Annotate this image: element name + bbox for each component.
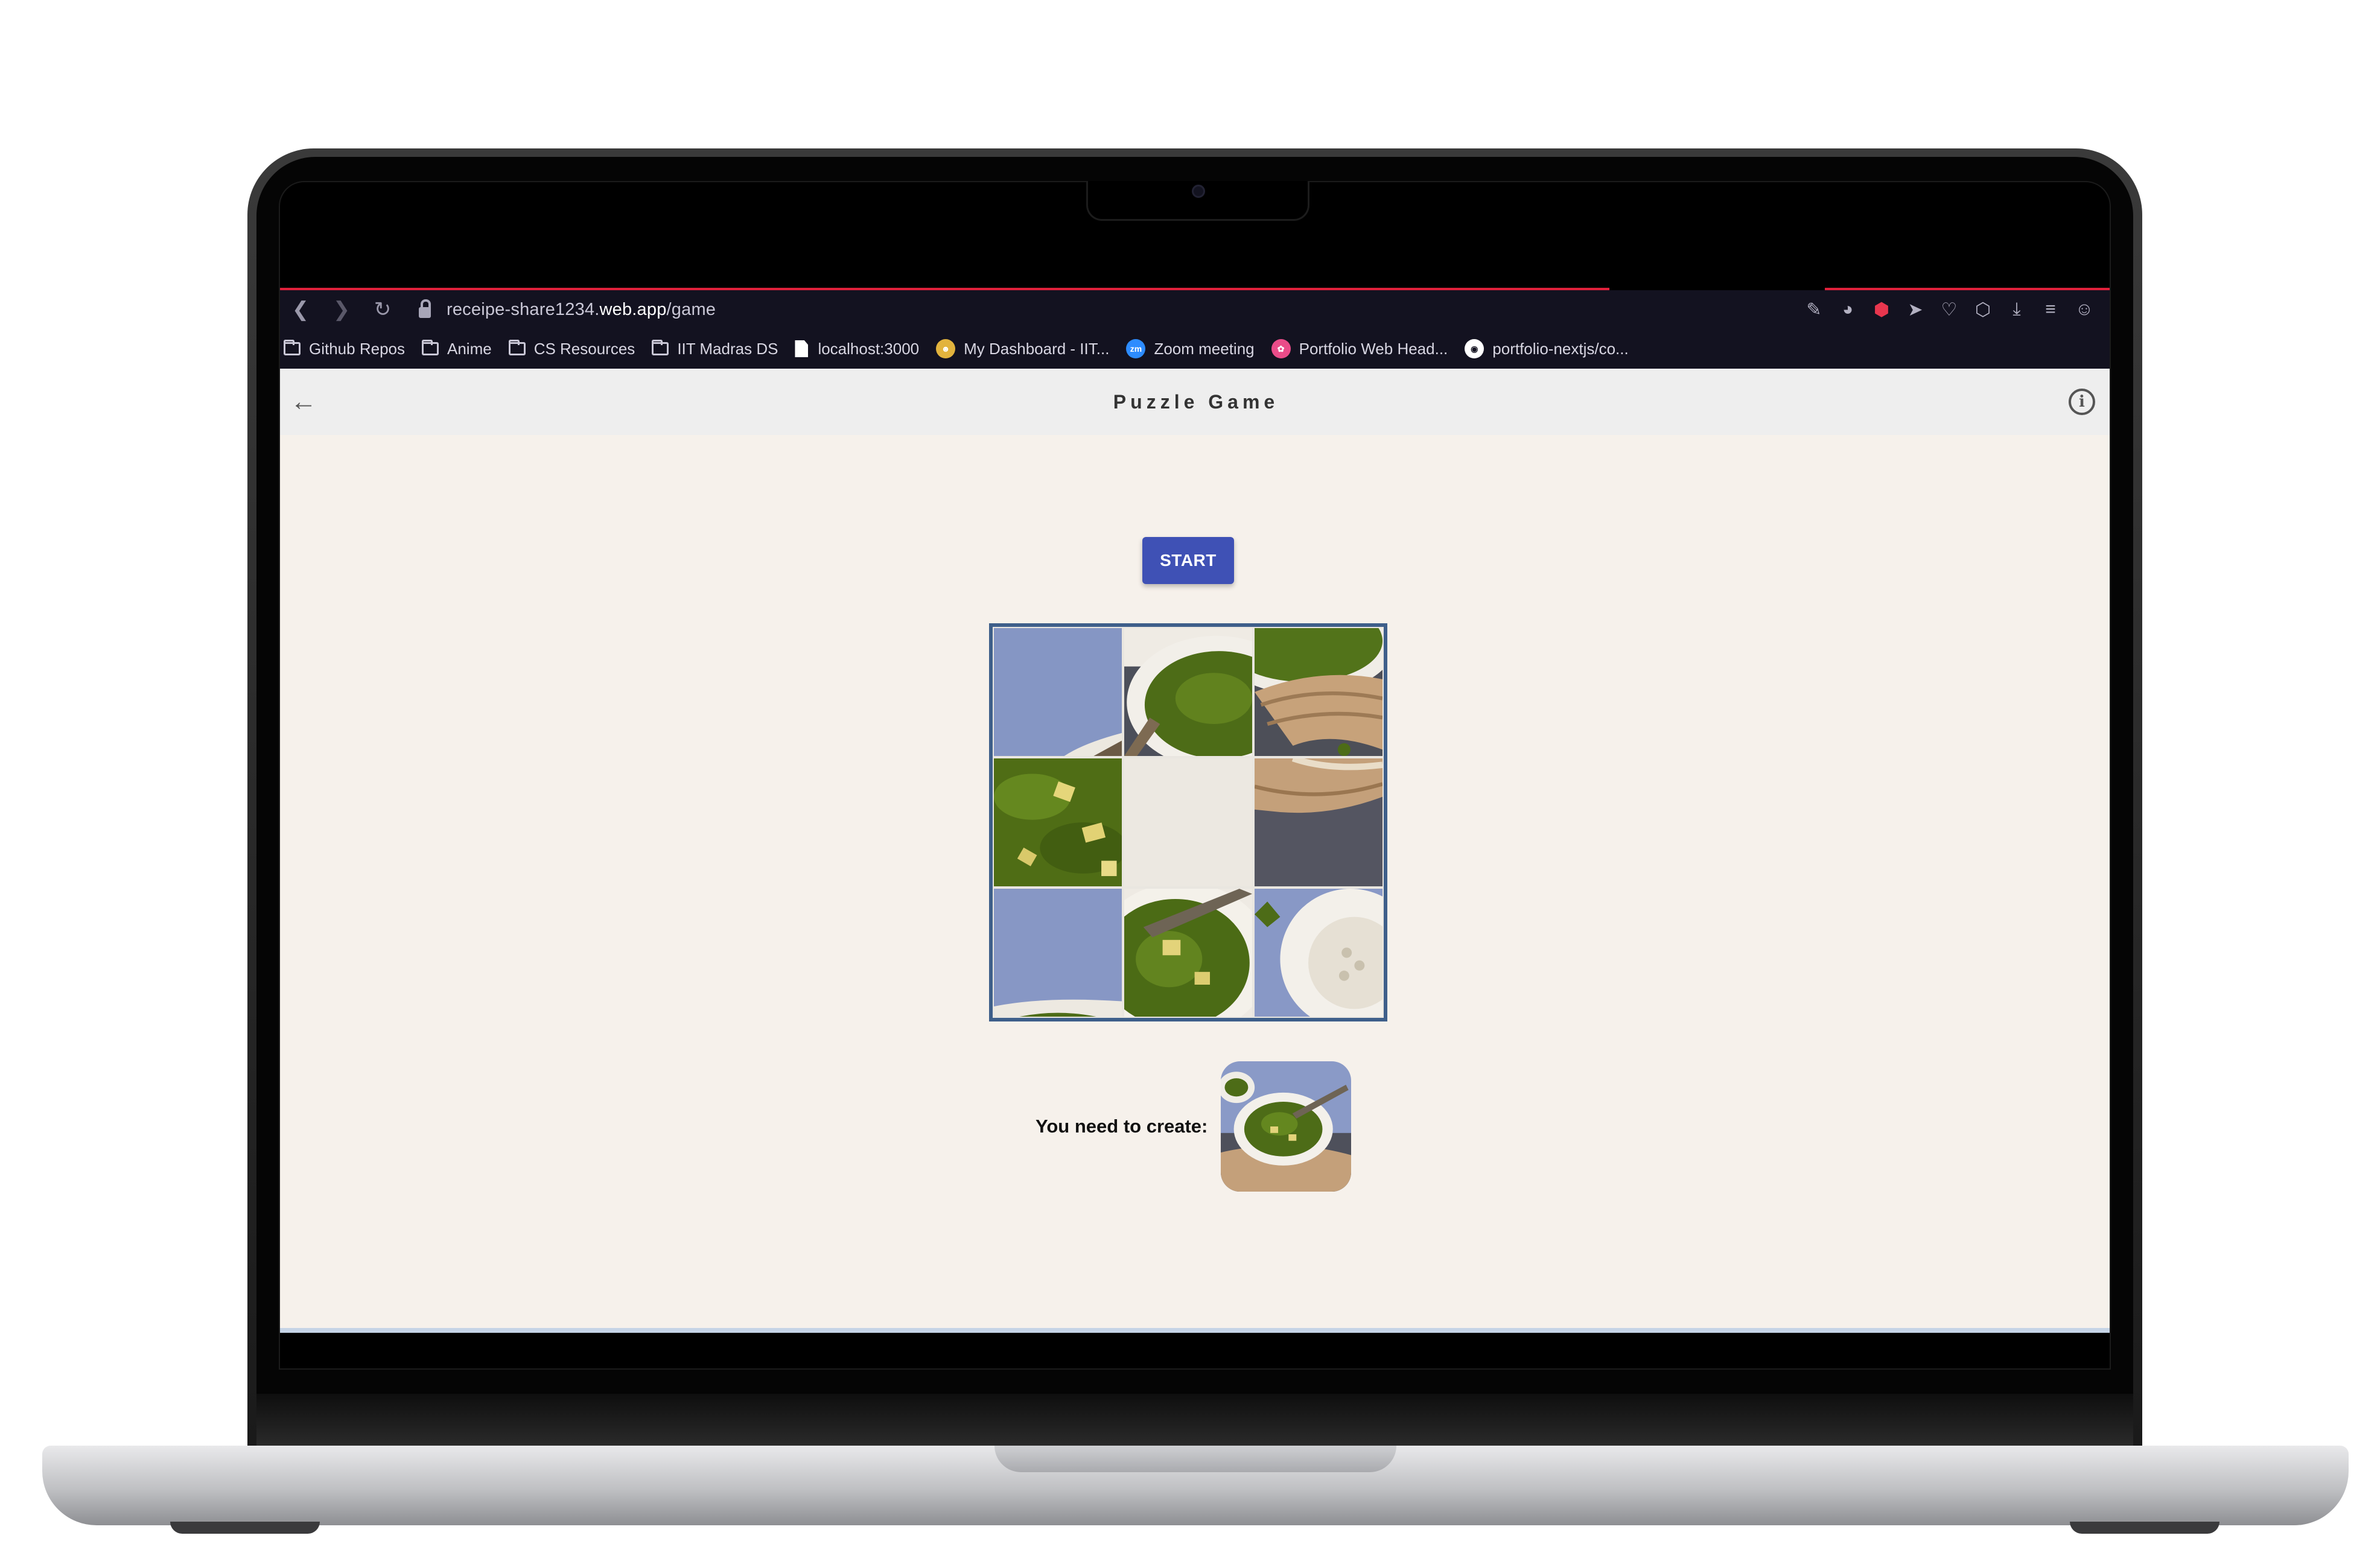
bookmark-label: localhost:3000 (818, 339, 920, 358)
app-header: ← Puzzle Game i (280, 369, 2110, 435)
folder-icon (421, 340, 439, 355)
bookmark-label: Zoom meeting (1154, 339, 1255, 358)
back-nav-icon[interactable]: ❮ (280, 290, 321, 329)
bookmark-anime[interactable]: Anime (421, 339, 492, 358)
forward-nav-icon[interactable]: ❯ (321, 290, 362, 329)
url-prefix: receipe-share1234. (447, 299, 600, 319)
puzzle-tile[interactable] (1255, 628, 1382, 756)
lock-icon[interactable] (403, 290, 447, 329)
bookmark-my-dashboard[interactable]: ☻ My Dashboard - IIT... (936, 339, 1109, 358)
cube-icon[interactable]: ⬡ (1966, 293, 2000, 326)
page-title: Puzzle Game (1113, 390, 1279, 413)
github-icon: ◉ (1465, 339, 1484, 358)
folder-icon (508, 340, 526, 355)
puzzle-tile[interactable] (994, 628, 1122, 756)
profile-icon[interactable]: ☺ (2067, 293, 2101, 326)
camera-icon[interactable]: ◕ (1831, 293, 1865, 326)
laptop-opening-notch (994, 1446, 1396, 1472)
puzzle-app: ← Puzzle Game i START You need to create… (280, 369, 2110, 1333)
target-preview: You need to create: (1036, 1061, 1352, 1192)
page-icon (795, 340, 809, 357)
bottom-edge (280, 1328, 2110, 1333)
heart-icon[interactable]: ♡ (1932, 293, 1966, 326)
bookmark-localhost[interactable]: localhost:3000 (795, 340, 919, 358)
puzzle-tile[interactable] (994, 758, 1122, 886)
bookmark-label: portfolio-nextjs/co... (1492, 339, 1629, 358)
bookmark-label: Github Repos (309, 339, 405, 358)
puzzle-tile[interactable] (1255, 758, 1382, 886)
toolbar-actions: ✎ ◕ ⬢ ➤ ♡ ⬡ ⤓ ≡ ☺ (1797, 293, 2110, 326)
bookmark-zoom-meeting[interactable]: zm Zoom meeting (1126, 339, 1255, 358)
bookmark-portfolio-nextjs[interactable]: ◉ portfolio-nextjs/co... (1465, 339, 1629, 358)
url-path: /game (666, 299, 716, 319)
bookmark-label: My Dashboard - IIT... (964, 339, 1110, 358)
empty-slot[interactable] (1124, 758, 1252, 886)
laptop-screen: ❮ ❯ ↻ receipe-share1234.web.app/game ✎ ◕… (279, 181, 2111, 1370)
bookmark-label: CS Resources (533, 339, 635, 358)
bookmark-label: Portfolio Web Head... (1299, 339, 1448, 358)
folder-icon (284, 340, 301, 355)
back-arrow-icon[interactable]: ← (284, 382, 323, 422)
bookmark-label: Anime (447, 339, 492, 358)
target-label: You need to create: (1036, 1116, 1208, 1137)
download-icon[interactable]: ⤓ (2000, 293, 2034, 326)
puzzle-tile[interactable] (1124, 628, 1252, 756)
webcam-icon (1192, 185, 1205, 198)
target-image (1221, 1061, 1352, 1192)
browser-toolbar: ❮ ❯ ↻ receipe-share1234.web.app/game ✎ ◕… (280, 290, 2110, 329)
puzzle-tile[interactable] (1124, 889, 1252, 1017)
address-bar[interactable]: receipe-share1234.web.app/game (447, 300, 716, 320)
edit-share-icon[interactable]: ✎ (1797, 293, 1831, 326)
reload-icon[interactable]: ↻ (362, 290, 403, 329)
info-icon[interactable]: i (2069, 389, 2095, 415)
dribbble-icon: ✿ (1271, 339, 1291, 358)
zoom-icon: zm (1126, 339, 1146, 358)
laptop-foot-right (2070, 1522, 2219, 1534)
bookmark-portfolio-web-head[interactable]: ✿ Portfolio Web Head... (1271, 339, 1448, 358)
bookmarks-bar: Github Repos Anime CS Resources IIT Madr… (280, 329, 2110, 369)
start-button[interactable]: START (1142, 537, 1234, 584)
bookmark-label: IIT Madras DS (677, 339, 778, 358)
laptop-hinge (256, 1394, 2133, 1446)
send-icon[interactable]: ➤ (1898, 293, 1932, 326)
bookmark-cs-resources[interactable]: CS Resources (508, 339, 635, 358)
laptop-foot-left (170, 1522, 320, 1534)
settings-sliders-icon[interactable]: ≡ (2034, 293, 2067, 326)
url-host: web.app (599, 299, 667, 319)
puzzle-tile[interactable] (1255, 889, 1382, 1017)
puzzle-board (989, 623, 1387, 1021)
puzzle-tile[interactable] (994, 889, 1122, 1017)
bookmark-github-repos[interactable]: Github Repos (284, 340, 405, 358)
emoji-icon: ☻ (936, 339, 956, 358)
shield-icon[interactable]: ⬢ (1865, 293, 1898, 326)
bookmark-iit-madras-ds[interactable]: IIT Madras DS (652, 340, 778, 358)
folder-icon (652, 340, 669, 355)
